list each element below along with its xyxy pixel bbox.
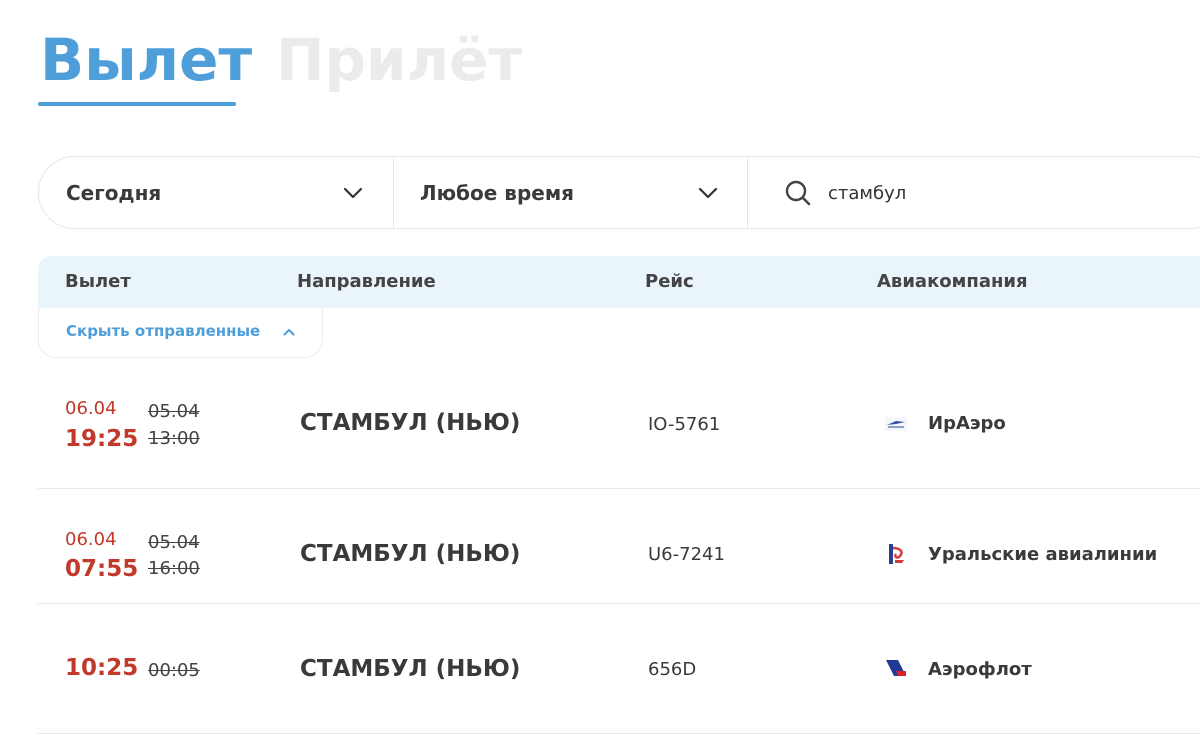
chevron-down-icon — [698, 187, 718, 199]
actual-time: 19:25 — [65, 426, 139, 452]
scheduled-date: 05.04 — [148, 532, 200, 553]
airline-name: Аэрофлот — [928, 659, 1032, 680]
chevron-down-icon — [343, 187, 363, 199]
actual-date: 06.04 — [65, 529, 117, 550]
scheduled-time: 16:00 — [148, 558, 200, 579]
flight-direction: СТАМБУЛ (НЬЮ) — [300, 410, 521, 436]
direction-tabs: Вылет Прилёт — [38, 22, 558, 106]
flight-row[interactable]: 06.04 19:25 05.04 13:00 СТАМБУЛ (НЬЮ) IO… — [38, 372, 1200, 489]
tab-arrival[interactable]: Прилёт — [276, 22, 522, 98]
search-box — [748, 157, 1200, 228]
hide-sent-label: Скрыть отправленные — [66, 322, 261, 340]
column-header-direction: Направление — [297, 271, 436, 292]
scheduled-date: 05.04 — [148, 401, 200, 422]
hide-sent-toggle[interactable]: Скрыть отправленные — [38, 308, 323, 358]
search-input[interactable] — [828, 177, 1188, 209]
flight-number: U6-7241 — [648, 544, 725, 565]
scheduled-time: 00:05 — [148, 660, 200, 681]
date-filter-dropdown[interactable]: Сегодня — [39, 157, 394, 228]
column-header-airline: Авиакомпания — [877, 271, 1028, 292]
active-tab-underline — [38, 102, 236, 106]
flight-direction: СТАМБУЛ (НЬЮ) — [300, 656, 521, 682]
ural-airlines-logo-icon — [889, 544, 904, 564]
tab-departure[interactable]: Вылет — [40, 22, 252, 98]
iraero-logo-icon — [885, 417, 907, 431]
flight-number: 656D — [648, 659, 697, 680]
date-filter-label: Сегодня — [66, 180, 162, 205]
chevron-up-icon — [283, 329, 295, 336]
search-icon — [785, 180, 811, 206]
airline-name: Уральские авиалинии — [928, 544, 1158, 565]
flight-direction: СТАМБУЛ (НЬЮ) — [300, 541, 521, 567]
actual-time: 10:25 — [65, 655, 139, 681]
actual-time: 07:55 — [65, 556, 139, 582]
flight-row[interactable]: 10:25 00:05 СТАМБУЛ (НЬЮ) 656D Аэрофлот — [38, 604, 1200, 734]
time-filter-label: Любое время — [420, 180, 575, 205]
actual-date: 06.04 — [65, 398, 117, 419]
table-header: Вылет Направление Рейс Авиакомпания — [38, 256, 1200, 308]
time-filter-dropdown[interactable]: Любое время — [394, 157, 748, 228]
aeroflot-logo-icon — [886, 660, 906, 676]
scheduled-time: 13:00 — [148, 428, 200, 449]
column-header-departure: Вылет — [65, 271, 131, 292]
flight-number: IO-5761 — [648, 414, 721, 435]
filter-bar: Сегодня Любое время — [38, 156, 1200, 229]
flight-row[interactable]: 06.04 07:55 05.04 16:00 СТАМБУЛ (НЬЮ) U6… — [38, 489, 1200, 604]
column-header-flight: Рейс — [645, 271, 694, 292]
airline-name: ИрАэро — [928, 413, 1006, 434]
